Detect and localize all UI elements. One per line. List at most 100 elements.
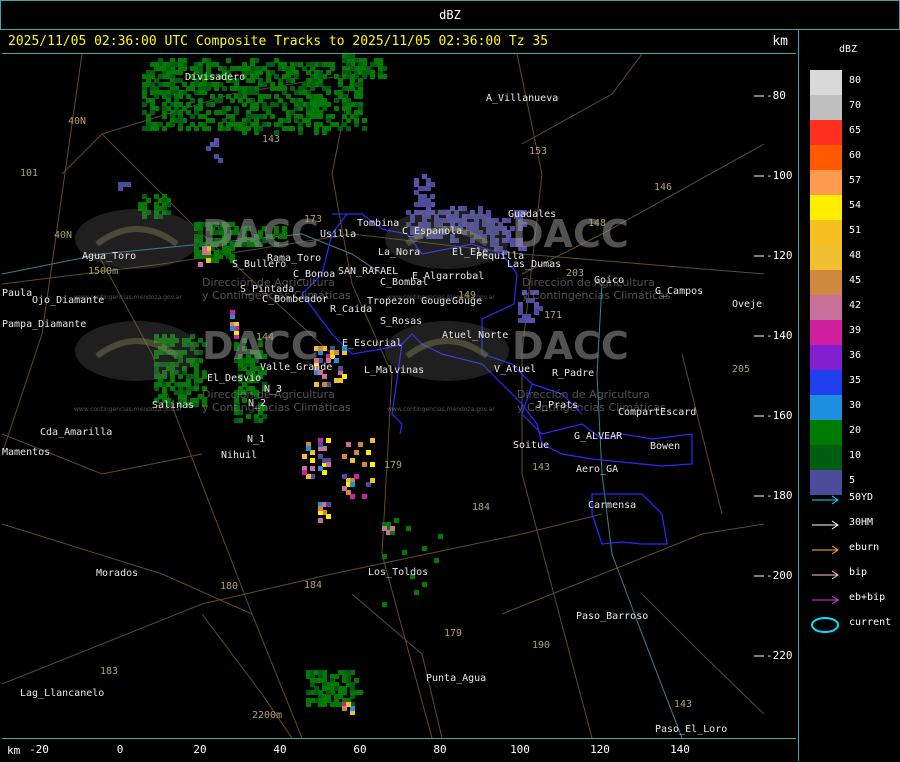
echo-cell — [350, 458, 355, 463]
arrow-right-icon — [812, 545, 839, 555]
place-label: Carmensa — [588, 500, 637, 511]
echo-cell — [318, 454, 323, 459]
echo-cell — [126, 182, 131, 187]
place-label: Tropezon Gouge — [367, 296, 452, 307]
place-label: Mamentos — [2, 447, 51, 458]
place-label: Tombina — [357, 218, 400, 229]
legend-swatch-54 — [810, 195, 842, 220]
echo-cell — [154, 194, 159, 199]
echo-cell — [310, 114, 315, 119]
legend-swatch-20 — [810, 420, 842, 445]
legend-swatch-label: 30 — [849, 400, 862, 411]
arrow-right-icon — [812, 520, 839, 530]
echo-cell — [370, 438, 375, 443]
legend-swatch-57 — [810, 170, 842, 195]
echo-cell — [266, 74, 271, 79]
elevation-label-2: 2200m — [252, 710, 283, 721]
echo-cell — [206, 146, 211, 151]
legend-track-current: current — [810, 617, 900, 633]
echo-cell — [174, 102, 179, 107]
echo-cell — [142, 82, 147, 87]
place-label: R_Padre — [552, 368, 595, 379]
echo-cell — [262, 82, 267, 87]
echo-cell — [246, 114, 251, 119]
top-bar: dBZ — [0, 0, 900, 30]
echo-cell — [318, 346, 323, 351]
echo-cell — [350, 482, 355, 487]
echo-cell — [322, 686, 327, 691]
echo-cell — [326, 438, 331, 443]
arrow-right-icon — [812, 595, 839, 605]
echo-cell — [262, 94, 267, 99]
legend-swatch-label: 42 — [849, 300, 862, 311]
echo-cell — [206, 118, 211, 123]
echo-cell — [162, 106, 167, 111]
echo-cell — [142, 94, 147, 99]
radar-map[interactable]: DACC Dirección de Agricultura y Continge… — [2, 54, 764, 738]
echo-cell — [206, 62, 211, 67]
legend-swatch-label: 57 — [849, 175, 862, 186]
echo-cell — [178, 110, 183, 115]
echo-cell — [310, 458, 315, 463]
place-label: Valle_Grande — [260, 362, 333, 373]
echo-cell — [422, 546, 427, 551]
echo-cell — [230, 98, 235, 103]
legend-track-label: 30HM — [849, 517, 874, 528]
echo-cell — [318, 670, 323, 675]
echo-cell — [318, 702, 323, 707]
legend-swatch-70 — [810, 95, 842, 120]
echo-cell — [438, 534, 443, 539]
legend-swatch-10 — [810, 445, 842, 470]
echo-cell — [198, 98, 203, 103]
place-label: Punta_Agua — [426, 673, 487, 684]
echo-cell — [254, 90, 259, 95]
place-label: N_1 — [247, 434, 266, 445]
echo-cell — [182, 58, 187, 63]
echo-cell — [362, 126, 367, 131]
echo-cell — [230, 310, 235, 315]
legend-track-label: eburn — [849, 542, 880, 553]
echo-cell — [170, 122, 175, 127]
echo-cell — [362, 118, 367, 123]
place-label: L_Malvinas — [364, 365, 425, 376]
place-label: Bowen — [650, 441, 681, 452]
echo-cell — [326, 698, 331, 703]
place-label: Divisadero — [185, 72, 246, 83]
echo-cell — [378, 74, 383, 79]
route-number-label: 146 — [654, 182, 673, 193]
echo-cell — [290, 66, 295, 71]
route-number-label: 153 — [529, 146, 548, 157]
place-label: S_Rosas — [380, 316, 423, 327]
echo-cell — [366, 450, 371, 455]
place-label: Pampa_Diamante — [2, 319, 87, 330]
echo-cell — [358, 442, 363, 447]
route-number-label: 40N — [54, 230, 73, 241]
legend-swatch-label: 35 — [849, 375, 862, 386]
echo-cell — [346, 678, 351, 683]
elevation-label-1: 1500m — [88, 266, 119, 277]
echo-cell — [318, 466, 323, 471]
legend-track-eburn: eburn — [810, 542, 900, 556]
echo-cell — [326, 502, 331, 507]
x-tick-label: 120 — [590, 743, 610, 756]
echo-cell — [362, 494, 367, 499]
echo-cell — [318, 94, 323, 99]
echo-cell — [334, 674, 339, 679]
y-tick-label: -200 — [766, 569, 793, 582]
legend-track-bip: bip — [810, 567, 900, 581]
echo-cell — [342, 122, 347, 127]
echo-cell — [294, 106, 299, 111]
echo-cell — [326, 118, 331, 123]
echo-cell — [382, 526, 387, 531]
echo-cell — [274, 74, 279, 79]
legend-swatch-35 — [810, 370, 842, 395]
echo-cell — [274, 102, 279, 107]
echo-cell — [158, 122, 163, 127]
echo-cell — [350, 494, 355, 499]
watermark-3-line2: y Contingencias Climáticas — [202, 401, 351, 414]
echo-cell — [354, 450, 359, 455]
echo-cell — [334, 106, 339, 111]
legend-track-label: bip — [849, 567, 868, 578]
echo-cell — [350, 54, 355, 59]
echo-cell — [226, 106, 231, 111]
